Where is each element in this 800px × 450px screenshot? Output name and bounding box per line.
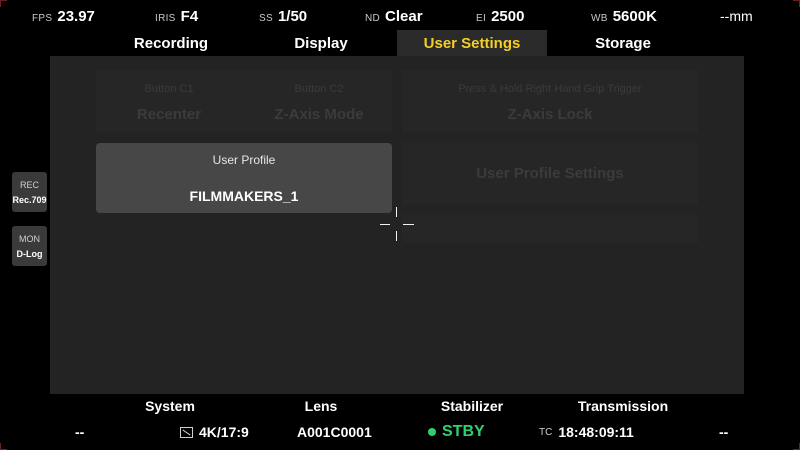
- bottom-right-value: --: [719, 424, 729, 440]
- button-c1-value[interactable]: Recenter: [96, 106, 242, 123]
- mon-value: D-Log: [16, 249, 43, 259]
- button-c1-label: Button C1: [144, 83, 194, 95]
- resolution-value: 4K/17:9: [199, 424, 249, 440]
- user-profile-settings-label: User Profile Settings: [476, 165, 624, 182]
- wb-readout: WB 5600K: [591, 8, 657, 28]
- frame-corner-top-left: [0, 0, 7, 7]
- shutter-label: SS: [259, 13, 273, 24]
- nd-readout: ND Clear: [365, 8, 423, 28]
- focus-distance-value: --mm: [720, 8, 753, 24]
- bottom-left-value: --: [75, 424, 85, 440]
- fps-label: FPS: [32, 13, 53, 24]
- tab-user-settings[interactable]: User Settings: [397, 30, 547, 56]
- rec-value: Rec.709: [12, 195, 47, 205]
- timecode-label: TC: [539, 426, 553, 438]
- button-c2-value[interactable]: Z-Axis Mode: [246, 106, 392, 123]
- bottom-left-status: --: [75, 423, 84, 441]
- nd-label: ND: [365, 13, 381, 24]
- timecode-readout: TC 18:48:09:11: [539, 423, 634, 441]
- button-c2-label: Button C2: [294, 83, 344, 95]
- iris-value: F4: [180, 8, 199, 25]
- user-profile-value: FILMMAKERS_1: [189, 188, 299, 204]
- settings-row-empty: [402, 215, 698, 243]
- focus-distance-readout: --mm: [720, 8, 753, 28]
- frame-corner-top-right: [793, 0, 800, 7]
- frame-corner-bottom-right: [793, 443, 800, 450]
- record-state-value: STBY: [442, 423, 485, 440]
- bottom-right-status: --: [719, 423, 728, 441]
- ei-value: 2500: [491, 8, 525, 25]
- menu-stabilizer[interactable]: Stabilizer: [422, 398, 522, 416]
- clip-name-value: A001C0001: [297, 424, 372, 440]
- fps-readout: FPS 23.97: [32, 8, 95, 28]
- shutter-value: 1/50: [277, 8, 308, 25]
- user-profile-card[interactable]: User Profile FILMMAKERS_1: [96, 143, 392, 213]
- menu-transmission[interactable]: Transmission: [563, 398, 683, 416]
- iris-readout: IRIS F4: [155, 8, 198, 28]
- timecode-value: 18:48:09:11: [558, 424, 634, 440]
- tab-display[interactable]: Display: [246, 30, 396, 56]
- ei-readout: EI 2500: [476, 8, 524, 28]
- trigger-value[interactable]: Z-Axis Lock: [402, 106, 698, 123]
- tab-recording[interactable]: Recording: [96, 30, 246, 56]
- rec-label: REC: [19, 180, 39, 190]
- nd-value: Clear: [385, 8, 423, 25]
- resolution-icon: [180, 426, 193, 438]
- wb-label: WB: [591, 13, 608, 24]
- mon-label: MON: [19, 234, 40, 244]
- menu-system[interactable]: System: [120, 398, 220, 416]
- user-profile-title: User Profile: [212, 153, 276, 167]
- mon-lut-tag[interactable]: MON D-Log: [12, 226, 47, 266]
- tab-storage[interactable]: Storage: [548, 30, 698, 56]
- standby-dot-icon: [428, 428, 436, 436]
- clip-name-readout: A001C0001: [297, 423, 372, 441]
- iris-label: IRIS: [155, 13, 176, 24]
- trigger-label: Press & Hold Right Hand Grip Trigger: [458, 83, 642, 95]
- wb-value: 5600K: [612, 8, 657, 25]
- frame-corner-bottom-left: [0, 443, 7, 450]
- shutter-readout: SS 1/50: [259, 8, 307, 28]
- record-state: STBY: [428, 423, 485, 441]
- rec-lut-tag[interactable]: REC Rec.709: [12, 172, 47, 212]
- menu-lens[interactable]: Lens: [271, 398, 371, 416]
- ei-label: EI: [476, 13, 487, 24]
- resolution-readout: 4K/17:9: [180, 423, 249, 441]
- fps-value: 23.97: [57, 8, 95, 25]
